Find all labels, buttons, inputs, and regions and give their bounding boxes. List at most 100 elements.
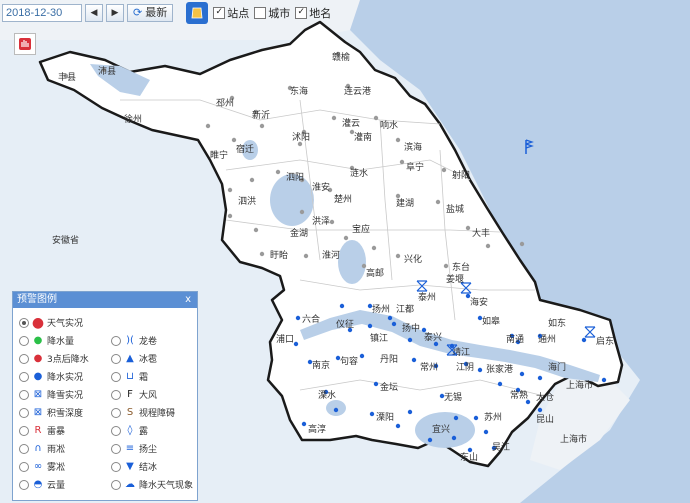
legend-radio[interactable] (111, 353, 121, 364)
legend-item[interactable]: ≡ 扬尘 (111, 442, 157, 455)
layer-cities-checkbox[interactable]: 城市 (254, 5, 290, 21)
station-dot-observed[interactable] (451, 435, 457, 441)
station-dot-observed[interactable] (407, 409, 413, 415)
station-dot[interactable] (231, 137, 237, 143)
station-dot-observed[interactable] (483, 429, 489, 435)
station-dot-observed[interactable] (453, 415, 459, 421)
legend-radio[interactable] (111, 443, 121, 454)
station-dot[interactable] (395, 253, 401, 259)
station-dot[interactable] (253, 227, 259, 233)
legend-item[interactable]: ∩ 雨凇 (19, 442, 65, 455)
legend-radio[interactable] (19, 389, 29, 400)
checkbox-cities[interactable] (254, 7, 267, 19)
station-dot[interactable] (259, 251, 265, 257)
prev-day-button[interactable]: ◀ (85, 4, 103, 22)
legend-item[interactable]: )(龙卷 (111, 334, 157, 347)
legend-item[interactable]: ● 降水量 (19, 334, 74, 347)
legend-radio[interactable] (19, 479, 29, 490)
date-input[interactable]: 2018-12-30 (2, 4, 82, 22)
station-dot[interactable] (395, 137, 401, 143)
station-dot-observed[interactable] (333, 407, 339, 413)
station-dot-observed[interactable] (373, 381, 379, 387)
station-dot[interactable] (465, 225, 471, 231)
checkbox-stations[interactable]: ✓ (213, 7, 226, 19)
station-dot-observed[interactable] (537, 407, 543, 413)
station-dot-observed[interactable] (473, 415, 479, 421)
legend-radio[interactable] (19, 335, 29, 346)
station-dot[interactable] (249, 177, 255, 183)
station-dot-observed[interactable] (391, 321, 397, 327)
legend-radio[interactable] (19, 443, 29, 454)
station-dot[interactable] (205, 123, 211, 129)
station-dot-observed[interactable] (467, 447, 473, 453)
legend-radio[interactable] (19, 425, 29, 436)
legend-item[interactable]: F 大风 (111, 388, 157, 401)
legend-radio[interactable] (111, 389, 121, 400)
station-dot-observed[interactable] (421, 327, 427, 333)
legend-item[interactable]: ▼ 结冰 (111, 460, 157, 473)
station-dot[interactable] (331, 115, 337, 121)
station-dot[interactable] (485, 243, 491, 249)
station-dot[interactable] (373, 115, 379, 121)
legend-radio[interactable] (19, 317, 29, 328)
station-dot-observed[interactable] (339, 303, 345, 309)
legend-item[interactable]: S 视程障碍 (111, 406, 175, 419)
legend-radio[interactable] (111, 425, 121, 436)
legend-radio[interactable] (19, 353, 29, 364)
station-dot-observed[interactable] (293, 341, 299, 347)
station-dot-observed[interactable] (519, 371, 525, 377)
legend-radio[interactable] (19, 407, 29, 418)
legend-radio[interactable] (111, 371, 121, 382)
checkbox-placenames[interactable]: ✓ (295, 7, 308, 19)
station-dot[interactable] (361, 263, 367, 269)
legend-radio[interactable] (19, 461, 29, 472)
station-dot-observed[interactable] (537, 375, 543, 381)
station-dot[interactable] (227, 213, 233, 219)
station-dot[interactable] (343, 235, 349, 241)
legend-item[interactable]: ◊ 露 (111, 424, 148, 437)
station-dot[interactable] (435, 199, 441, 205)
legend-radio[interactable] (111, 479, 121, 490)
station-dot[interactable] (299, 209, 305, 215)
legend-item[interactable]: ⊠ 积雪深度 (19, 406, 83, 419)
legend-item[interactable]: R 雷暴 (19, 424, 65, 437)
legend-item[interactable]: ∞ 雾凇 (19, 460, 65, 473)
station-dot[interactable] (399, 159, 405, 165)
station-dot[interactable] (303, 253, 309, 259)
station-dot[interactable] (395, 193, 401, 199)
station-dot-observed[interactable] (295, 315, 301, 321)
station-dot[interactable] (329, 219, 335, 225)
legend-close-button[interactable]: x (185, 292, 191, 308)
station-dot-observed[interactable] (369, 411, 375, 417)
legend-item[interactable]: ⊔ 霜 (111, 370, 148, 383)
station-dot[interactable] (371, 245, 377, 251)
station-dot-observed[interactable] (395, 423, 401, 429)
latest-button[interactable]: ⟳ 最新 (127, 4, 174, 22)
station-dot-observed[interactable] (427, 437, 433, 443)
legend-radio[interactable] (111, 407, 121, 418)
station-dot-observed[interactable] (601, 377, 607, 383)
legend-item[interactable]: ☁ 降水天气现象 (111, 478, 193, 491)
station-dot-observed[interactable] (581, 337, 587, 343)
station-dot[interactable] (443, 263, 449, 269)
station-dot-observed[interactable] (407, 337, 413, 343)
station-dot-observed[interactable] (387, 315, 393, 321)
station-dot[interactable] (441, 167, 447, 173)
station-dot-observed[interactable] (497, 381, 503, 387)
next-day-button[interactable]: ▶ (106, 4, 124, 22)
layer-placenames-checkbox[interactable]: ✓ 地名 (295, 5, 331, 21)
legend-radio[interactable] (111, 335, 121, 346)
legend-item[interactable]: ● 3点后降水 (19, 352, 89, 365)
legend-radio[interactable] (111, 461, 121, 472)
legend-radio[interactable] (19, 371, 29, 382)
legend-item[interactable]: ▲ 冰雹 (111, 352, 157, 365)
hand-tool-button[interactable] (14, 33, 36, 55)
legend-item[interactable]: ⊠ 降雪实况 (19, 388, 83, 401)
legend-item[interactable]: ◓ 云量 (19, 478, 65, 491)
station-dot[interactable] (519, 241, 525, 247)
station-dot[interactable] (259, 123, 265, 129)
station-dot-observed[interactable] (411, 357, 417, 363)
station-dot-observed[interactable] (367, 323, 373, 329)
station-dot-observed[interactable] (359, 353, 365, 359)
station-dot-observed[interactable] (477, 367, 483, 373)
